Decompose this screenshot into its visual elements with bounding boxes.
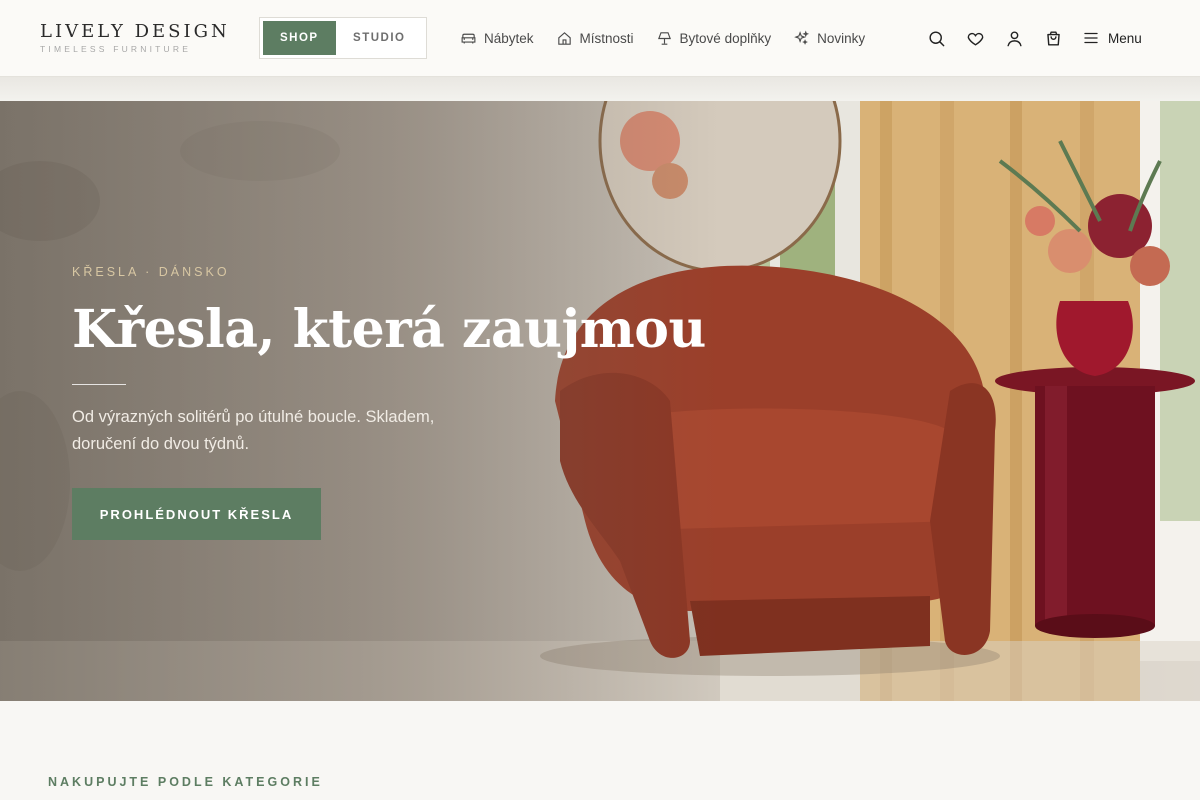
hero-divider [72, 384, 126, 385]
menu-button[interactable]: Menu [1082, 29, 1142, 47]
shop-studio-switch: SHOP STUDIO [259, 17, 427, 59]
logo-title: LIVELY DESIGN [40, 21, 230, 42]
sparkle-icon [794, 30, 810, 45]
browse-armchairs-button[interactable]: PROHLÉDNOUT KŘESLA [72, 488, 321, 540]
shop-button[interactable]: SHOP [263, 21, 336, 55]
nav-label: Novinky [817, 30, 866, 46]
hero-description: Od výrazných solitérů po útulné boucle. … [72, 408, 435, 453]
lamp-icon [657, 31, 671, 45]
nav-item-mistnosti[interactable]: Místnosti [556, 30, 634, 47]
search-icon [928, 30, 944, 46]
account-button[interactable] [1004, 28, 1024, 48]
nav-item-novinky[interactable]: Novinky [793, 30, 865, 47]
logo-subtitle: TIMELESS FURNITURE [40, 44, 192, 54]
nav-label: Bytové doplňky [679, 30, 772, 46]
nav-item-nabytek[interactable]: Nábytek [460, 30, 534, 47]
studio-button[interactable]: STUDIO [336, 21, 423, 55]
wishlist-button[interactable] [965, 28, 985, 48]
hero-overlay [0, 101, 1200, 701]
heart-icon [967, 32, 983, 46]
nav-label: Místnosti [579, 30, 634, 46]
logo[interactable]: LIVELY DESIGN TIMELESS FURNITURE [40, 21, 230, 54]
menu-label: Menu [1108, 30, 1142, 46]
categories-heading: NAKUPUJTE PODLE KATEGORIE [48, 775, 323, 789]
sofa-icon [461, 33, 476, 43]
main-nav: Nábytek Místnosti Bytové doplňky Novinky [460, 28, 887, 48]
site-header: LIVELY DESIGN TIMELESS FURNITURE SHOP ST… [0, 0, 1200, 77]
home-icon [557, 31, 571, 45]
header-icons: Menu [926, 28, 1142, 48]
header-shadow-strip [0, 77, 1200, 101]
nav-item-bytove-doplnky[interactable]: Bytové doplňky [656, 30, 772, 47]
cart-button[interactable] [1043, 28, 1063, 48]
nav-label: Nábytek [484, 30, 534, 46]
hero-eyebrow: KŘESLA · DÁNSKO [72, 265, 230, 279]
hero-banner: KŘESLA · DÁNSKO Křesla, která zaujmou Od… [0, 101, 1200, 701]
user-icon [1006, 30, 1022, 46]
search-button[interactable] [926, 28, 946, 48]
hero-title: Křesla, která zaujmou [72, 299, 706, 360]
hamburger-icon [1084, 32, 1098, 44]
cart-icon [1046, 30, 1060, 46]
